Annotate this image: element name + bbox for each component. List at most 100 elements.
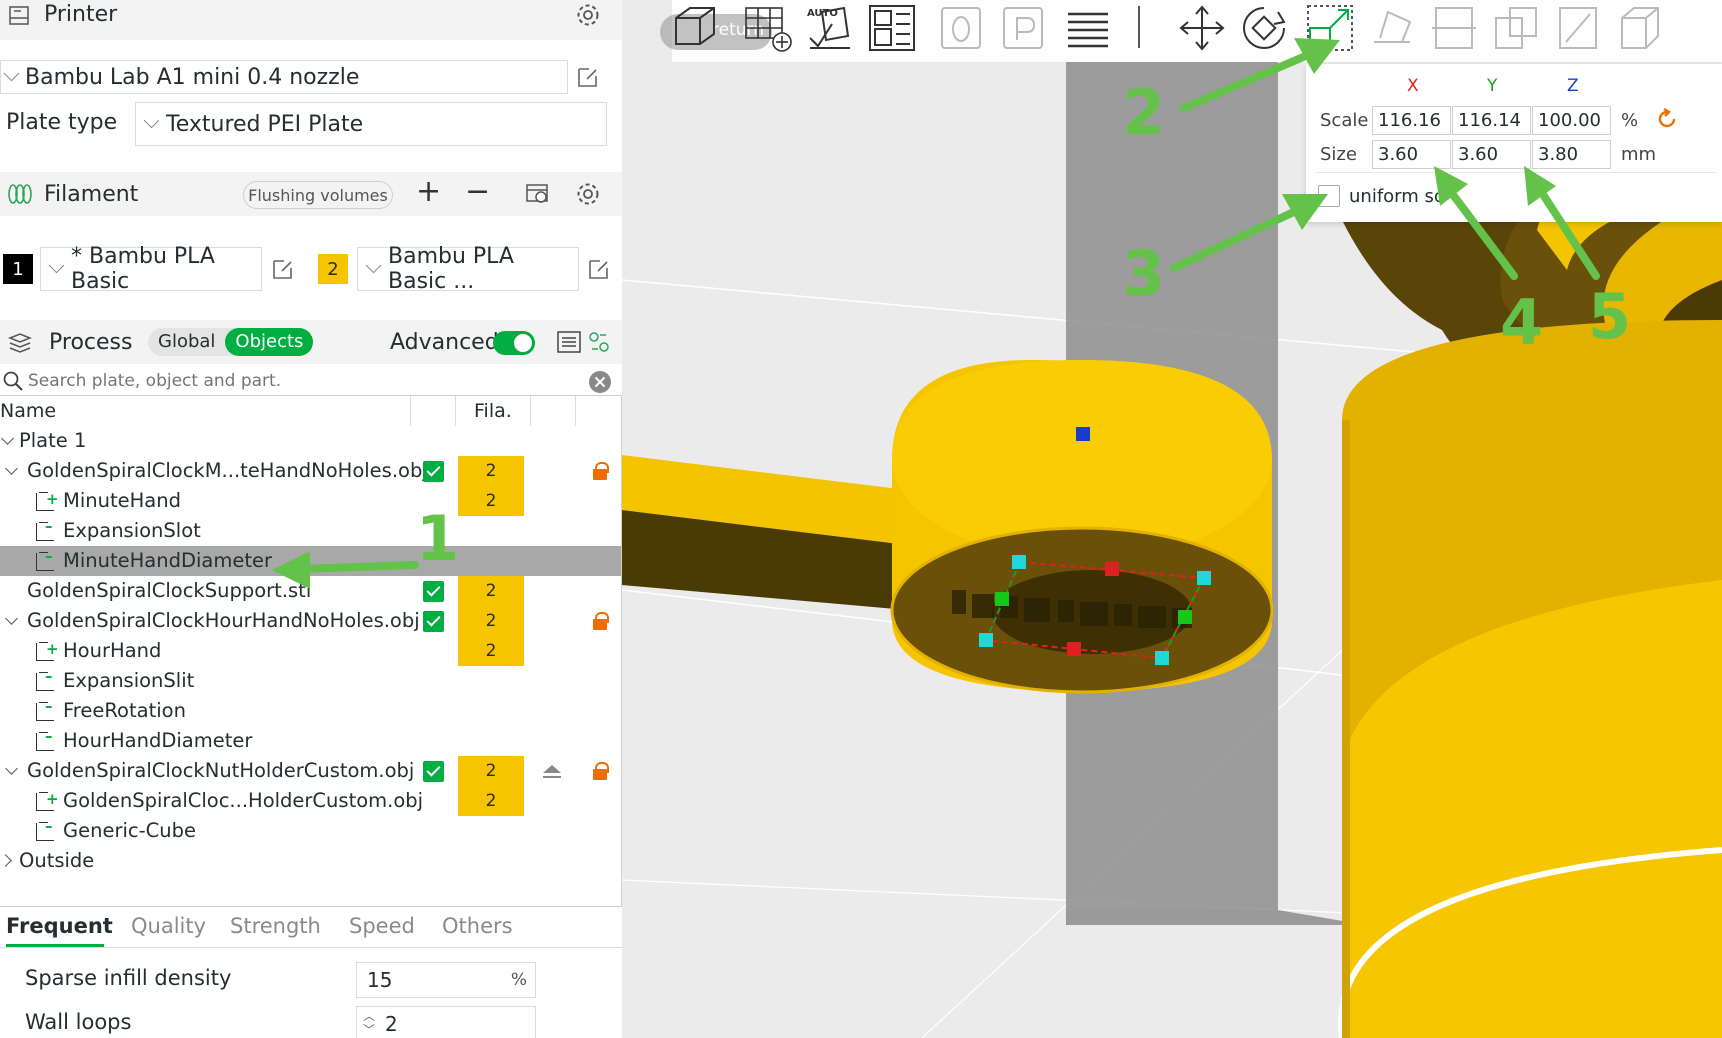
printable-checkbox[interactable] (423, 761, 444, 782)
filament-cell[interactable]: 2 (458, 756, 524, 786)
tree-part[interactable]: + HourHand 2 (0, 636, 621, 666)
filament-2-name: Bambu PLA Basic ... (388, 244, 514, 294)
tab-speed[interactable]: Speed (349, 914, 415, 938)
wall-loops-value: 2 (385, 1012, 398, 1036)
flushing-volumes-button[interactable]: Flushing volumes (243, 181, 393, 209)
chevron-down-icon[interactable] (5, 612, 18, 625)
tree-header: Name Fila. (0, 396, 621, 426)
remove-filament-icon[interactable]: − (465, 174, 490, 209)
plate-type-select[interactable]: Textured PEI Plate (135, 102, 607, 146)
settings-tabs: Frequent Quality Strength Speed Others (0, 908, 622, 948)
filament-header: Filament Flushing volumes + − (0, 172, 622, 216)
advanced-toggle[interactable] (493, 331, 535, 355)
filament-icon (8, 184, 32, 204)
tree-item-label: Generic-Cube (63, 819, 197, 842)
tree-item-label: MinuteHandDiameter (63, 549, 272, 572)
annotation-number-5: 5 (1588, 280, 1632, 353)
filament-cell[interactable]: 2 (458, 786, 524, 816)
negative-part-icon: – (36, 517, 54, 541)
lock-icon[interactable] (593, 462, 609, 480)
tree-object[interactable]: GoldenSpiralClockNutHolderCustom.obj 2 (0, 756, 621, 786)
tree-plate[interactable]: Outside (0, 846, 621, 876)
sparse-infill-label: Sparse infill density (25, 966, 232, 990)
filament-cell[interactable]: 2 (458, 456, 524, 486)
support-paint-icon[interactable] (541, 761, 563, 781)
tab-strength[interactable]: Strength (230, 914, 321, 938)
chevron-right-icon[interactable] (0, 854, 12, 867)
printer-select[interactable]: Bambu Lab A1 mini 0.4 nozzle (0, 60, 568, 94)
printer-icon (9, 6, 29, 25)
tree-item-label: MinuteHand (63, 489, 181, 512)
annotation-number-4: 4 (1500, 286, 1544, 359)
negative-part-icon: – (36, 727, 54, 751)
negative-part-icon: – (36, 697, 54, 721)
sync-filament-icon[interactable] (524, 181, 552, 207)
tree-item-label: HourHand (63, 639, 162, 662)
sparse-infill-input[interactable]: 15 % (356, 962, 536, 998)
chevron-down-icon[interactable] (5, 762, 18, 775)
clear-search-icon[interactable] (588, 370, 612, 394)
annotation-number-3: 3 (1122, 237, 1166, 310)
sidebar: Printer Bambu Lab A1 mini 0.4 nozzle Pla… (0, 0, 622, 1038)
filament-1-select[interactable]: * Bambu PLA Basic (40, 244, 262, 294)
process-icon (7, 333, 33, 353)
gear-icon[interactable] (575, 2, 601, 28)
search-input[interactable] (28, 367, 578, 395)
printer-title: Printer (44, 2, 118, 27)
annotation-overlay (1170, 38, 1600, 280)
filament-cell[interactable]: 2 (458, 636, 524, 666)
part-icon: + (36, 790, 59, 811)
chevron-down-icon[interactable] (5, 462, 18, 475)
advanced-label: Advanced (390, 330, 499, 355)
sparse-infill-value: 15 (367, 968, 393, 992)
tree-part[interactable]: – Generic-Cube (0, 816, 621, 846)
process-global-option[interactable]: Global (148, 328, 225, 356)
column-filament[interactable]: Fila. (474, 396, 512, 426)
tree-part[interactable]: – HourHandDiameter (0, 726, 621, 756)
gear-icon[interactable] (575, 181, 601, 207)
filament-1-name: * Bambu PLA Basic (71, 244, 215, 294)
search-bar (0, 365, 622, 397)
tab-others[interactable]: Others (442, 914, 513, 938)
process-objects-option[interactable]: Objects (225, 328, 314, 356)
printable-checkbox[interactable] (423, 461, 444, 482)
tab-quality[interactable]: Quality (131, 914, 206, 938)
tree-item-label: GoldenSpiralClockM...teHandNoHoles.obj (27, 459, 428, 482)
tree-part[interactable]: – FreeRotation (0, 696, 621, 726)
compare-icon[interactable] (586, 329, 612, 355)
annotation-number-1: 1 (416, 502, 460, 575)
filament-1-swatch[interactable]: 1 (3, 254, 33, 284)
tree-item-label: ExpansionSlit (63, 669, 195, 692)
list-view-icon[interactable] (556, 329, 582, 355)
wall-loops-label: Wall loops (25, 1010, 132, 1034)
add-filament-icon[interactable]: + (416, 174, 441, 209)
tree-part[interactable]: + GoldenSpiralCloc...HolderCustom.obj 2 (0, 786, 621, 816)
annotation-number-2: 2 (1122, 76, 1166, 149)
tree-object[interactable]: GoldenSpiralClockM...teHandNoHoles.obj 2 (0, 456, 621, 486)
sparse-infill-unit: % (510, 970, 527, 990)
filament-2-select[interactable]: Bambu PLA Basic ... (357, 244, 579, 294)
edit-filament-icon[interactable] (270, 256, 296, 282)
edit-printer-icon[interactable] (575, 64, 601, 90)
object-tree: Name Fila. Plate 1 GoldenSpiralClockM...… (0, 395, 622, 907)
edit-filament-icon[interactable] (586, 256, 612, 282)
chevron-down-icon (48, 257, 65, 274)
tab-frequent[interactable]: Frequent (6, 914, 113, 938)
tab-active-indicator (6, 944, 104, 947)
column-name[interactable]: Name (0, 396, 56, 426)
chevron-down-icon (3, 65, 20, 82)
tree-plate[interactable]: Plate 1 (0, 426, 621, 456)
wall-loops-stepper[interactable]: ︿ ﹀ 2 (356, 1006, 536, 1038)
stepper-arrows-icon[interactable]: ︿ ﹀ (363, 1009, 375, 1037)
process-scope-toggle[interactable]: Global Objects (148, 328, 314, 356)
negative-part-icon: – (36, 817, 54, 841)
printer-header: Printer (0, 0, 622, 40)
tree-item-label: Outside (19, 849, 95, 872)
tree-part[interactable]: – ExpansionSlit (0, 666, 621, 696)
tree-item-label: GoldenSpiralClockNutHolderCustom.obj (27, 759, 415, 782)
plate-type-value: Textured PEI Plate (166, 111, 364, 137)
tree-item-label: ExpansionSlot (63, 519, 201, 542)
chevron-down-icon[interactable] (1, 432, 14, 445)
filament-2-swatch[interactable]: 2 (318, 254, 348, 284)
lock-icon[interactable] (593, 762, 609, 780)
